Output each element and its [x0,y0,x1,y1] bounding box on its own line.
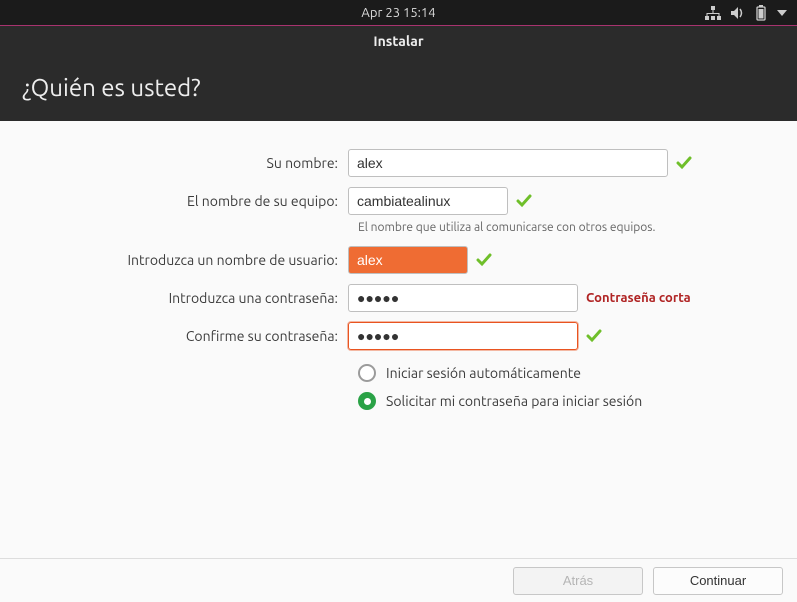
page-header: ¿Quién es usted? [0,56,797,121]
name-label: Su nombre: [28,155,348,171]
require-password-label: Solicitar mi contraseña para iniciar ses… [386,393,642,409]
radio-unselected-icon [358,364,376,382]
confirm-label: Confirme su contraseña: [28,328,348,344]
page-title: ¿Quién es usted? [22,74,201,101]
window-title: Instalar [373,33,423,49]
hostname-label: El nombre de su equipo: [28,193,348,209]
name-input[interactable] [348,149,668,177]
password-input[interactable] [348,284,578,312]
username-label: Introduzca un nombre de usuario: [28,252,348,268]
check-icon [516,193,532,209]
footer: Atrás Continuar [0,558,797,602]
network-icon[interactable] [705,6,721,20]
auto-login-label: Iniciar sesión automáticamente [386,365,581,381]
confirm-password-input[interactable] [348,322,578,350]
check-icon [476,252,492,268]
system-tray [705,5,787,21]
require-password-option[interactable]: Solicitar mi contraseña para iniciar ses… [358,392,769,410]
check-icon [676,155,692,171]
clock: Apr 23 15:14 [361,6,435,20]
radio-selected-icon [358,392,376,410]
dropdown-caret-icon[interactable] [777,10,787,16]
form-content: Su nombre: El nombre de su equipo: El no… [0,121,797,410]
username-input[interactable] [348,246,468,274]
continue-button[interactable]: Continuar [653,567,783,595]
battery-icon[interactable] [755,5,767,21]
hostname-input[interactable] [348,187,508,215]
password-label: Introduzca una contraseña: [28,290,348,306]
volume-icon[interactable] [731,6,745,20]
password-warning: Contraseña corta [586,291,691,305]
check-icon [586,328,602,344]
window-titlebar: Instalar [0,26,797,56]
back-button: Atrás [513,567,643,595]
system-topbar: Apr 23 15:14 [0,0,797,26]
auto-login-option[interactable]: Iniciar sesión automáticamente [358,364,769,382]
hostname-help: El nombre que utiliza al comunicarse con… [358,221,769,234]
